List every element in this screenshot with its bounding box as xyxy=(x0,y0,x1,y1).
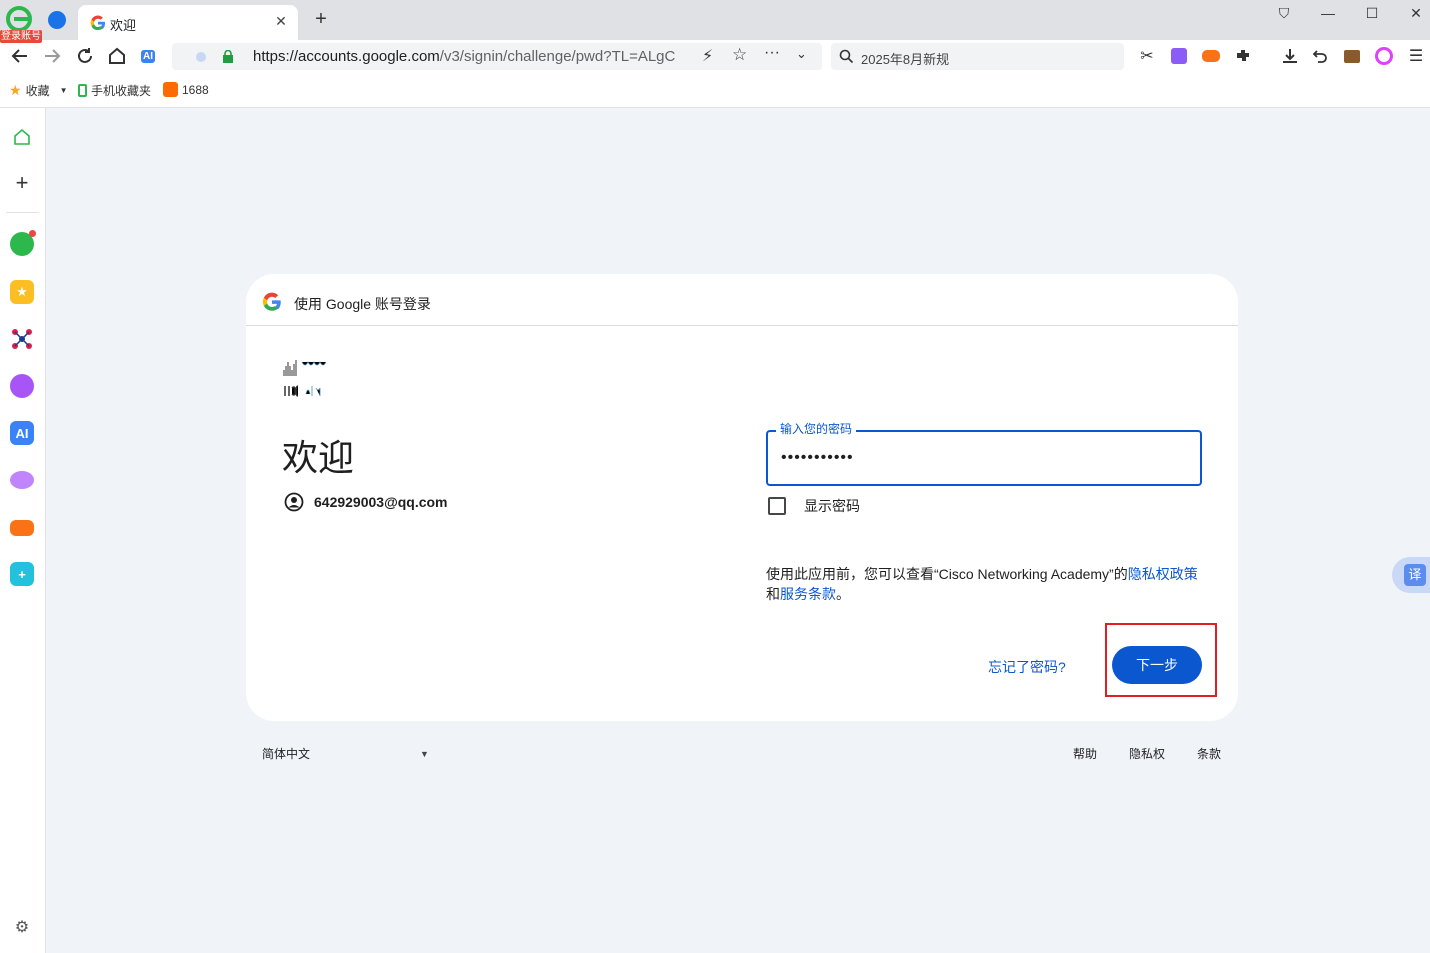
language-select[interactable]: 简体中文 ▼ xyxy=(262,745,429,762)
privacy-link[interactable]: 隐私权 xyxy=(1129,745,1165,762)
new-tab-button[interactable]: + xyxy=(310,8,332,30)
bookmark-mobile[interactable]: 手机收藏夹 xyxy=(78,82,151,99)
cisco-networking-academy-logo xyxy=(283,360,327,397)
network-app-icon[interactable] xyxy=(10,327,34,351)
account-chip[interactable]: 642929003@qq.com xyxy=(284,492,448,512)
bookmark-star-icon[interactable]: ☆ xyxy=(732,45,747,65)
minimize-button[interactable]: — xyxy=(1316,3,1340,23)
dropdown-arrow-icon: ▼ xyxy=(420,748,429,759)
password-value[interactable]: ••••••••••• xyxy=(781,449,854,467)
search-text: 2025年8月新规 xyxy=(861,52,950,67)
caret-down-icon[interactable]: ▼ xyxy=(60,86,68,95)
undo-icon[interactable] xyxy=(1308,44,1332,68)
game-icon[interactable] xyxy=(1199,44,1223,68)
ai-writer-icon[interactable] xyxy=(10,374,34,398)
tab-strip: 登录账号 欢迎 ✕ + ⛉ — ☐ ✕ xyxy=(0,0,1430,43)
close-window-button[interactable]: ✕ xyxy=(1404,3,1428,23)
home-icon[interactable] xyxy=(105,44,129,68)
home-icon[interactable] xyxy=(10,125,34,149)
google-logo-icon xyxy=(262,292,281,311)
terms-of-service-link[interactable]: 服务条款 xyxy=(780,586,836,602)
google-favicon-icon xyxy=(90,15,105,31)
login-account-badge[interactable]: 登录账号 xyxy=(0,30,42,43)
site-info-icon[interactable] xyxy=(196,52,206,62)
browser-logo-icon[interactable] xyxy=(6,6,32,32)
more-icon[interactable]: ··· xyxy=(764,44,780,62)
settings-gear-icon[interactable]: ⚙ xyxy=(10,915,34,939)
privacy-policy-link[interactable]: 隐私权政策 xyxy=(1128,566,1198,582)
reload-icon[interactable] xyxy=(73,44,97,68)
page-title: 欢迎 xyxy=(282,437,355,478)
ai-assistant-icon[interactable]: AI xyxy=(136,44,160,68)
robot-icon[interactable] xyxy=(10,471,34,489)
account-email: 642929003@qq.com xyxy=(314,494,448,510)
download-icon[interactable] xyxy=(1278,44,1302,68)
highlight-box xyxy=(1105,623,1217,697)
card-header: 使用 Google 账号登录 xyxy=(246,274,1238,326)
extensions-icon[interactable] xyxy=(1231,44,1255,68)
search-box[interactable]: 2025年8月新规 xyxy=(831,43,1124,70)
chevron-down-icon[interactable]: ⌄ xyxy=(796,46,807,62)
add-icon[interactable]: + xyxy=(10,170,34,195)
phone-icon xyxy=(78,84,87,97)
toolbox-icon[interactable] xyxy=(1340,44,1364,68)
privacy-notice: 使用此应用前，您可以查看“Cisco Networking Academy”的隐… xyxy=(766,566,1198,602)
tab-title: 欢迎 xyxy=(110,18,137,33)
show-password-label: 显示密码 xyxy=(804,498,860,514)
left-sidebar: + ★ AI + ⚙ xyxy=(0,108,46,953)
notification-dot xyxy=(29,230,36,237)
address-bar[interactable]: https://accounts.google.com/v3/signin/ch… xyxy=(172,43,822,70)
forgot-password-link[interactable]: 忘记了密码? xyxy=(988,657,1066,677)
terms-link[interactable]: 条款 xyxy=(1197,745,1221,762)
help-link[interactable]: 帮助 xyxy=(1073,745,1097,762)
bookmark-favorites[interactable]: ★ 收藏 ▼ xyxy=(9,82,68,99)
toolbar: AI https://accounts.google.com/v3/signin… xyxy=(0,40,1430,72)
translate-floating-button[interactable]: 译 xyxy=(1392,557,1430,593)
bookmarks-bar: ★ 收藏 ▼ 手机收藏夹 1688 xyxy=(0,72,1430,108)
star-icon: ★ xyxy=(9,82,22,98)
signin-card: 使用 Google 账号登录 欢迎 642929003@qq.com 输入您的密… xyxy=(246,274,1238,721)
skin-icon[interactable]: ⛉ xyxy=(1272,3,1296,23)
plus-app-icon[interactable]: + xyxy=(10,562,34,586)
lock-icon[interactable] xyxy=(222,50,234,63)
scissors-icon[interactable]: ✂ xyxy=(1135,44,1159,68)
translate-icon: 译 xyxy=(1404,564,1426,586)
card-header-title: 使用 Google 账号登录 xyxy=(294,296,431,312)
close-tab-icon[interactable]: ✕ xyxy=(272,12,290,30)
password-field-label: 输入您的密码 xyxy=(776,420,857,437)
menu-icon[interactable]: ☰ xyxy=(1404,44,1428,68)
checkbox-box[interactable] xyxy=(768,497,786,515)
maximize-button[interactable]: ☐ xyxy=(1360,3,1384,23)
search-icon xyxy=(839,49,854,64)
back-icon[interactable] xyxy=(8,44,32,68)
lightning-icon[interactable]: ⚡ xyxy=(702,46,713,66)
1688-icon xyxy=(163,82,178,97)
forward-icon[interactable] xyxy=(40,44,64,68)
translate-icon[interactable] xyxy=(1167,44,1191,68)
bookmark-1688[interactable]: 1688 xyxy=(163,82,209,97)
game-controller-icon[interactable] xyxy=(10,520,34,536)
ai-app-icon[interactable]: AI xyxy=(10,421,34,445)
favorites-star-icon[interactable]: ★ xyxy=(10,280,34,304)
show-password-checkbox[interactable]: 显示密码 xyxy=(768,496,860,516)
ai-colorful-icon[interactable] xyxy=(1372,44,1396,68)
url-text[interactable]: https://accounts.google.com/v3/signin/ch… xyxy=(253,48,693,65)
account-circle-icon xyxy=(284,492,304,512)
sidebar-divider xyxy=(6,212,39,213)
pinned-tab-icon[interactable] xyxy=(48,11,66,29)
tab-welcome[interactable]: 欢迎 ✕ xyxy=(78,5,298,40)
